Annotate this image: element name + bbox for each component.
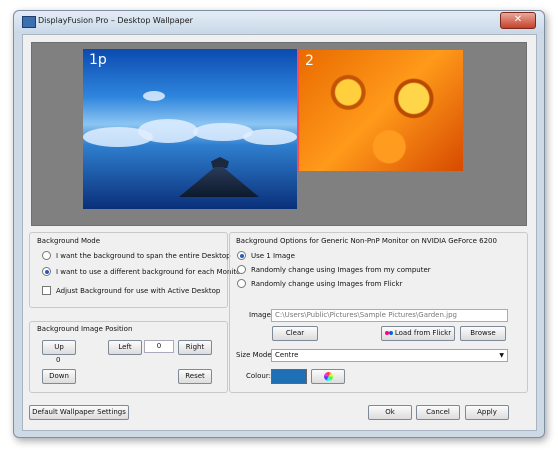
image-path-field[interactable]: C:\Users\Public\Pictures\Sample Pictures…: [271, 309, 508, 322]
default-wallpaper-settings-button[interactable]: Default Wallpaper Settings: [29, 405, 129, 420]
left-button[interactable]: Left: [108, 340, 142, 355]
random-flickr-label: Randomly change using Images from Flickr: [251, 279, 403, 288]
pier-hut-shape: [211, 157, 229, 168]
reset-button[interactable]: Reset: [178, 369, 212, 384]
active-desktop-label: Adjust Background for use with Active De…: [56, 286, 221, 295]
browse-button[interactable]: Browse: [460, 326, 506, 341]
ok-button[interactable]: Ok: [368, 405, 412, 420]
load-from-flickr-button[interactable]: Load from Flickr: [381, 326, 455, 341]
image-label: Image:: [249, 311, 274, 319]
right-button[interactable]: Right: [178, 340, 212, 355]
horizontal-offset-field[interactable]: 0: [144, 340, 174, 353]
random-flickr-option[interactable]: Randomly change using Images from Flickr: [237, 279, 402, 288]
monitor-2-label: 2: [305, 53, 314, 69]
random-computer-label: Randomly change using Images from my com…: [251, 265, 431, 274]
pier-shape: [179, 167, 259, 197]
span-desktop-radio[interactable]: [42, 251, 51, 260]
colour-wheel-icon: [323, 372, 333, 381]
monitor-preview-area: 1p 2: [31, 42, 527, 226]
close-button[interactable]: ✕: [500, 12, 536, 29]
up-button[interactable]: Up: [42, 340, 76, 355]
flickr-blue-dot: [388, 331, 393, 335]
down-button[interactable]: Down: [42, 369, 76, 384]
clear-button[interactable]: Clear: [272, 326, 318, 341]
colour-picker-button[interactable]: [311, 369, 345, 384]
use-one-image-option[interactable]: Use 1 Image: [237, 251, 295, 260]
monitor-1-preview[interactable]: 1p: [83, 49, 297, 209]
desktop-wallpaper-window: DisplayFusion Pro – Desktop Wallpaper ✕ …: [13, 10, 545, 438]
cloud-shape: [138, 119, 198, 143]
random-computer-option[interactable]: Randomly change using Images from my com…: [237, 265, 431, 274]
active-desktop-checkbox[interactable]: [42, 286, 51, 295]
span-desktop-label: I want the background to span the entire…: [56, 251, 231, 260]
per-monitor-option[interactable]: I want to use a different background for…: [42, 267, 243, 276]
span-desktop-option[interactable]: I want the background to span the entire…: [42, 251, 231, 260]
size-mode-label: Size Mode:: [236, 351, 275, 359]
window-title: DisplayFusion Pro – Desktop Wallpaper: [38, 16, 193, 25]
per-monitor-label: I want to use a different background for…: [56, 267, 244, 276]
use-one-image-radio[interactable]: [237, 251, 246, 260]
colour-label: Colour:: [246, 372, 271, 380]
background-options-title: Background Options for Generic Non-PnP M…: [236, 237, 497, 245]
cancel-button[interactable]: Cancel: [416, 405, 460, 420]
size-mode-select[interactable]: Centre ▼: [271, 349, 508, 362]
apply-button[interactable]: Apply: [465, 405, 509, 420]
random-flickr-radio[interactable]: [237, 279, 246, 288]
dialog-body: 1p 2 Background Mode I want the backgrou…: [22, 34, 537, 431]
per-monitor-radio[interactable]: [42, 267, 51, 276]
monitor-2-preview[interactable]: 2: [298, 49, 464, 172]
size-mode-value: Centre: [275, 351, 299, 359]
active-desktop-option[interactable]: Adjust Background for use with Active De…: [42, 286, 220, 295]
dropdown-arrow-icon: ▼: [499, 352, 504, 359]
colour-swatch[interactable]: [271, 369, 307, 384]
load-from-flickr-label: Load from Flickr: [394, 329, 452, 337]
background-mode-title: Background Mode: [37, 237, 101, 245]
image-position-title: Background Image Position: [37, 325, 133, 333]
random-computer-radio[interactable]: [237, 265, 246, 274]
cloud-shape: [143, 91, 165, 101]
vertical-offset-value: 0: [56, 356, 61, 364]
use-one-image-label: Use 1 Image: [251, 251, 295, 260]
app-icon: [22, 16, 36, 28]
title-bar: DisplayFusion Pro – Desktop Wallpaper ✕: [14, 11, 544, 33]
cloud-shape: [243, 129, 297, 145]
monitor-1-label: 1p: [89, 52, 107, 68]
